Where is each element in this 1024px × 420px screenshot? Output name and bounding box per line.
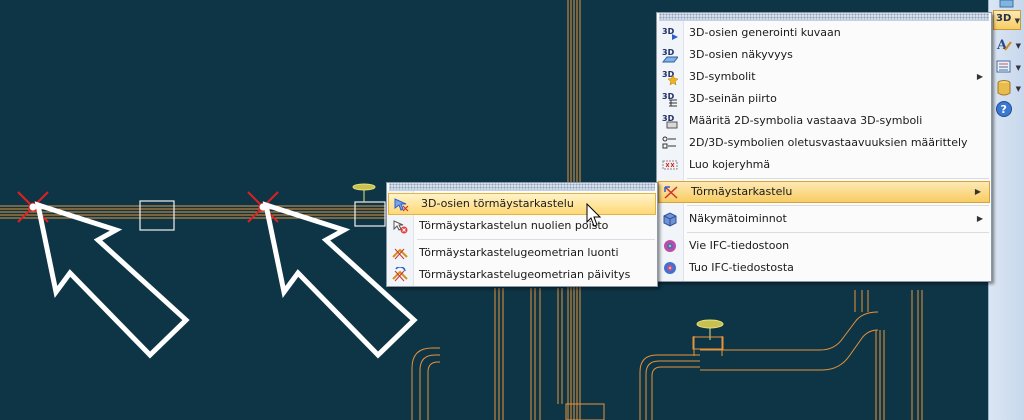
collision-submenu: 3D-osien törmäystarkastelu Törmäystarkas…	[386, 182, 658, 287]
menu-item-label: 3D-osien törmäystarkastelu	[421, 197, 574, 210]
submenu-arrow-icon: ▶	[976, 72, 983, 81]
ifc-import-icon	[664, 262, 676, 274]
menu-item-ifc-export[interactable]: Vie IFC-tiedostoon	[657, 235, 991, 257]
submenu-arrow-icon: ▶	[976, 214, 983, 223]
database-icon	[997, 80, 1011, 96]
3d-generate-icon: 3D	[662, 27, 678, 40]
menu-item-2d-3d-defaults[interactable]: 2D/3D-symbolien oletusvastaavuuksien mää…	[657, 132, 991, 154]
svg-text:?: ?	[1001, 103, 1007, 116]
menu-item-label: Luo kojeryhmä	[689, 158, 771, 171]
chevron-down-icon: ▼	[1015, 85, 1021, 93]
menu-item-label: 3D-symbolit	[689, 70, 756, 83]
menu-item-label: 3D-osien generointi kuvaan	[689, 26, 841, 39]
menu-grip[interactable]	[659, 13, 989, 21]
menu-item-view-functions[interactable]: Näkymätoiminnot ▶	[657, 208, 991, 230]
menu-item-3d-generate[interactable]: 3D 3D-osien generointi kuvaan	[657, 22, 991, 44]
menu-item-device-group[interactable]: Luo kojeryhmä	[657, 154, 991, 176]
toolbar-text-style-button[interactable]: A ▼	[993, 36, 1021, 56]
ifc-export-icon	[664, 240, 676, 252]
toolbar-layers-button[interactable]: ▼	[993, 58, 1021, 78]
submenu-arrow-icon: ▶	[974, 187, 981, 196]
valve-handle	[352, 183, 376, 202]
menu-item-3d-wall[interactable]: 3D 3D-seinän piirto	[657, 88, 991, 110]
3d-symbols-icon: 3D	[662, 70, 678, 85]
chevron-down-icon: ▼	[1014, 17, 1020, 25]
toolbar-3d-button[interactable]: 3D ▼	[993, 10, 1021, 30]
menu-item-label: Törmäystarkastelun nuolien poisto	[419, 219, 609, 232]
menu-item-collision-check[interactable]: 3D-osien törmäystarkastelu	[388, 193, 656, 215]
create-geometry-icon	[392, 248, 408, 260]
menu-item-remove-arrows[interactable]: Törmäystarkastelun nuolien poisto	[387, 215, 657, 237]
menu-item-label: Törmäystarkastelugeometrian luonti	[419, 246, 619, 259]
toolbar-help-button[interactable]: ?	[993, 100, 1021, 120]
view-functions-icon	[663, 212, 677, 227]
right-toolbar: 3D ▼ A ▼ ▼ ▼ ?	[988, 0, 1024, 420]
menu-item-label: 3D-osien näkyvyys	[689, 48, 793, 61]
menu-item-label: Törmäystarkastelu	[691, 185, 793, 198]
layers-icon	[996, 60, 1011, 73]
menu-item-collision[interactable]: Törmäystarkastelu ▶	[658, 181, 990, 203]
chevron-down-icon: ▼	[1015, 42, 1021, 50]
menu-item-label: Tuo IFC-tiedostosta	[689, 261, 794, 274]
chevron-down-icon: ▼	[1015, 64, 1021, 72]
toolbar-3d-label: 3D	[996, 13, 1012, 24]
menu-item-2d-3d-map[interactable]: 3D Määritä 2D-symbolia vastaava 3D-symbo…	[657, 110, 991, 132]
menu-item-3d-visibility[interactable]: 3D 3D-osien näkyvyys	[657, 44, 991, 66]
update-geometry-icon	[392, 267, 408, 282]
svg-text:3D: 3D	[662, 48, 675, 57]
menu-item-ifc-import[interactable]: Tuo IFC-tiedostosta	[657, 257, 991, 279]
menu-item-label: 3D-seinän piirto	[689, 92, 777, 105]
toolbar-database-button[interactable]: ▼	[993, 79, 1021, 99]
menu-item-label: Määritä 2D-symbolia vastaava 3D-symboli	[689, 114, 923, 127]
collision-check-icon	[394, 198, 409, 212]
toolbar-button-top[interactable]	[993, 0, 1021, 8]
menu-grip[interactable]	[389, 183, 655, 191]
2d-3d-map-icon: 3D	[662, 114, 678, 129]
mouse-pointer	[586, 203, 602, 227]
menu-item-label: Vie IFC-tiedostoon	[689, 239, 790, 252]
text-style-icon: A	[996, 38, 1012, 53]
svg-text:A: A	[996, 38, 1008, 53]
collision-icon	[664, 186, 678, 199]
help-icon: ?	[996, 101, 1012, 117]
menu-item-label: 2D/3D-symbolien oletusvastaavuuksien mää…	[689, 136, 968, 149]
menu-item-update-geometry[interactable]: Törmäystarkastelugeometrian päivitys	[387, 264, 657, 286]
menu-item-3d-symbols[interactable]: 3D 3D-symbolit ▶	[657, 66, 991, 88]
menu-item-label: Näkymätoiminnot	[689, 212, 787, 225]
2d-3d-defaults-icon	[662, 136, 676, 149]
3d-visibility-icon: 3D	[662, 48, 678, 63]
annotation-arrow	[34, 201, 190, 359]
device-group-icon	[662, 160, 678, 170]
3d-context-menu: 3D 3D-osien generointi kuvaan 3D 3D-osie…	[656, 12, 992, 282]
menu-item-label: Törmäystarkastelugeometrian päivitys	[419, 268, 631, 281]
menu-item-create-geometry[interactable]: Törmäystarkastelugeometrian luonti	[387, 242, 657, 264]
lower-pipes	[411, 288, 923, 420]
remove-arrows-icon	[393, 220, 408, 234]
3d-wall-icon: 3D	[662, 92, 677, 107]
